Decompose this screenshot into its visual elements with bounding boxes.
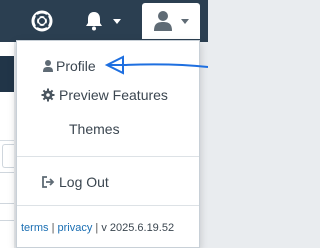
gear-icon — [41, 88, 55, 102]
app-screen: Profile Preview Features Themes Log Out … — [0, 0, 208, 248]
chevron-down-icon — [113, 19, 121, 24]
menu-item-themes[interactable]: Themes — [17, 115, 199, 143]
version-text: v 2025.6.19.52 — [101, 222, 175, 234]
user-dropdown-menu: Profile Preview Features Themes Log Out … — [16, 40, 200, 248]
user-icon — [43, 60, 53, 72]
separator: | — [95, 222, 99, 234]
menu-item-log-out[interactable]: Log Out — [17, 168, 199, 196]
menu-footer: terms | privacy | v 2025.6.19.52 — [17, 217, 199, 239]
menu-item-label: Themes — [69, 121, 120, 137]
menu-item-profile[interactable]: Profile — [17, 52, 199, 80]
user-icon — [154, 11, 172, 31]
menu-divider — [17, 205, 199, 206]
form-field[interactable] — [2, 144, 14, 168]
privacy-link[interactable]: privacy — [57, 222, 92, 234]
form-field[interactable] — [0, 172, 14, 204]
form-field[interactable] — [0, 220, 14, 248]
notifications-button[interactable] — [80, 7, 128, 35]
menu-item-label: Preview Features — [59, 87, 168, 103]
terms-link[interactable]: terms — [21, 222, 49, 234]
menu-item-label: Log Out — [59, 174, 109, 190]
page-header-block — [0, 56, 14, 92]
user-menu-button[interactable] — [142, 3, 200, 39]
help-button[interactable] — [28, 7, 56, 35]
menu-item-label: Profile — [56, 58, 96, 74]
top-nav-bar — [0, 0, 208, 42]
divider — [0, 140, 14, 141]
bell-icon — [86, 12, 102, 31]
life-ring-icon — [31, 10, 53, 32]
sign-out-icon — [42, 176, 55, 188]
menu-divider — [17, 156, 199, 157]
chevron-down-icon — [181, 19, 189, 24]
separator: | — [51, 222, 55, 234]
menu-item-preview-features[interactable]: Preview Features — [17, 81, 199, 109]
